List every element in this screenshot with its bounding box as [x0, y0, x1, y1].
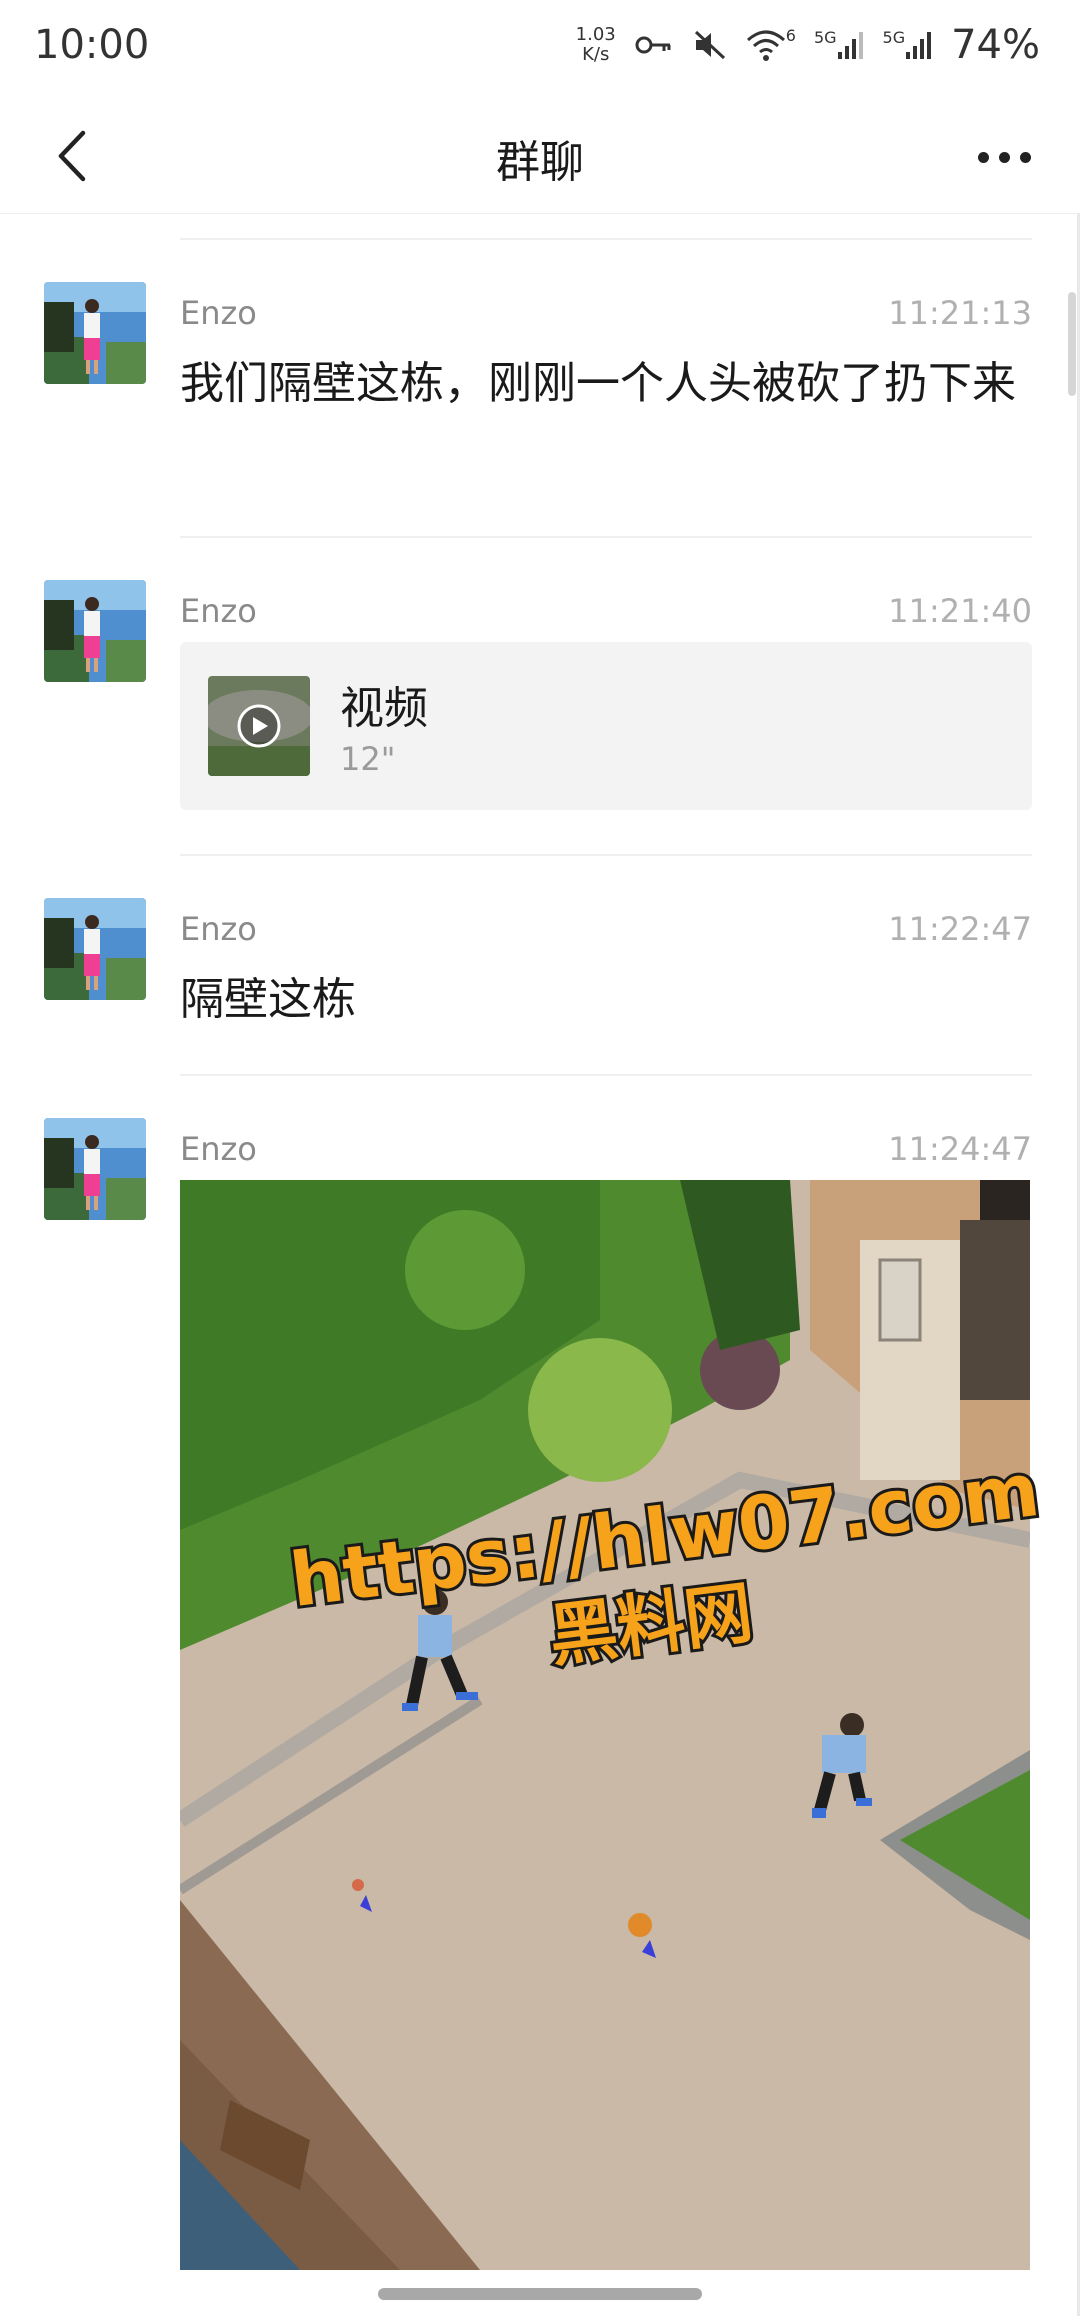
more-horizontal-icon — [977, 151, 989, 163]
sim1-signal: 5G — [814, 30, 865, 60]
message-divider — [180, 536, 1032, 538]
sim2-label: 5G — [882, 28, 906, 47]
message-time: 11:21:13 — [888, 294, 1032, 332]
watermark-overlay: https://hlw07.com 黑料网 — [280, 1430, 1060, 1680]
message-divider — [180, 238, 1032, 240]
video-message-card[interactable]: 视频 12" — [180, 642, 1032, 810]
message-divider — [180, 854, 1032, 856]
message-time: 11:24:47 — [888, 1130, 1032, 1168]
sim1-label: 5G — [813, 28, 837, 47]
chat-header: 群聊 — [0, 96, 1080, 214]
mute-icon — [694, 30, 725, 60]
network-speed-unit: K/s — [582, 44, 610, 65]
message-text[interactable]: 隔壁这栋 — [180, 954, 1030, 1046]
status-time: 10:00 — [34, 22, 150, 68]
network-speed-value: 1.03 — [575, 24, 616, 45]
home-indicator[interactable] — [378, 2288, 702, 2300]
chat-title: 群聊 — [496, 137, 584, 188]
status-icons: 1.03 K/s 6 5G 5G 74% — [576, 22, 1040, 68]
wifi-indicator: 6 — [746, 28, 796, 62]
status-bar: 10:00 1.03 K/s 6 5G 5G 74% — [0, 0, 1080, 96]
signal-icon — [837, 32, 863, 59]
message-text[interactable]: 我们隔壁这栋，刚刚一个人头被砍了扔下来 — [180, 338, 1030, 430]
sim2-signal: 5G — [883, 30, 934, 60]
more-button[interactable] — [964, 122, 1044, 192]
video-thumbnail[interactable] — [208, 676, 310, 776]
sender-name: Enzo — [180, 592, 257, 630]
avatar[interactable] — [44, 282, 146, 384]
avatar[interactable] — [44, 898, 146, 1000]
video-duration: 12" — [340, 740, 396, 778]
message-time: 11:22:47 — [888, 910, 1032, 948]
signal-icon — [906, 32, 932, 59]
sender-name: Enzo — [180, 294, 257, 332]
avatar[interactable] — [44, 580, 146, 682]
avatar[interactable] — [44, 1118, 146, 1220]
message-time: 11:21:40 — [888, 592, 1032, 630]
key-icon — [635, 36, 671, 54]
wifi-label: 6 — [785, 26, 796, 45]
scrollbar[interactable] — [1068, 292, 1076, 396]
battery-level: 74% — [951, 22, 1040, 68]
image-message[interactable] — [180, 1180, 1030, 2270]
network-speed: 1.03 K/s — [576, 25, 616, 65]
sender-name: Enzo — [180, 1130, 257, 1168]
message-divider — [180, 1074, 1032, 1076]
wifi-icon — [746, 30, 785, 61]
sender-name: Enzo — [180, 910, 257, 948]
video-title: 视频 — [340, 683, 428, 734]
